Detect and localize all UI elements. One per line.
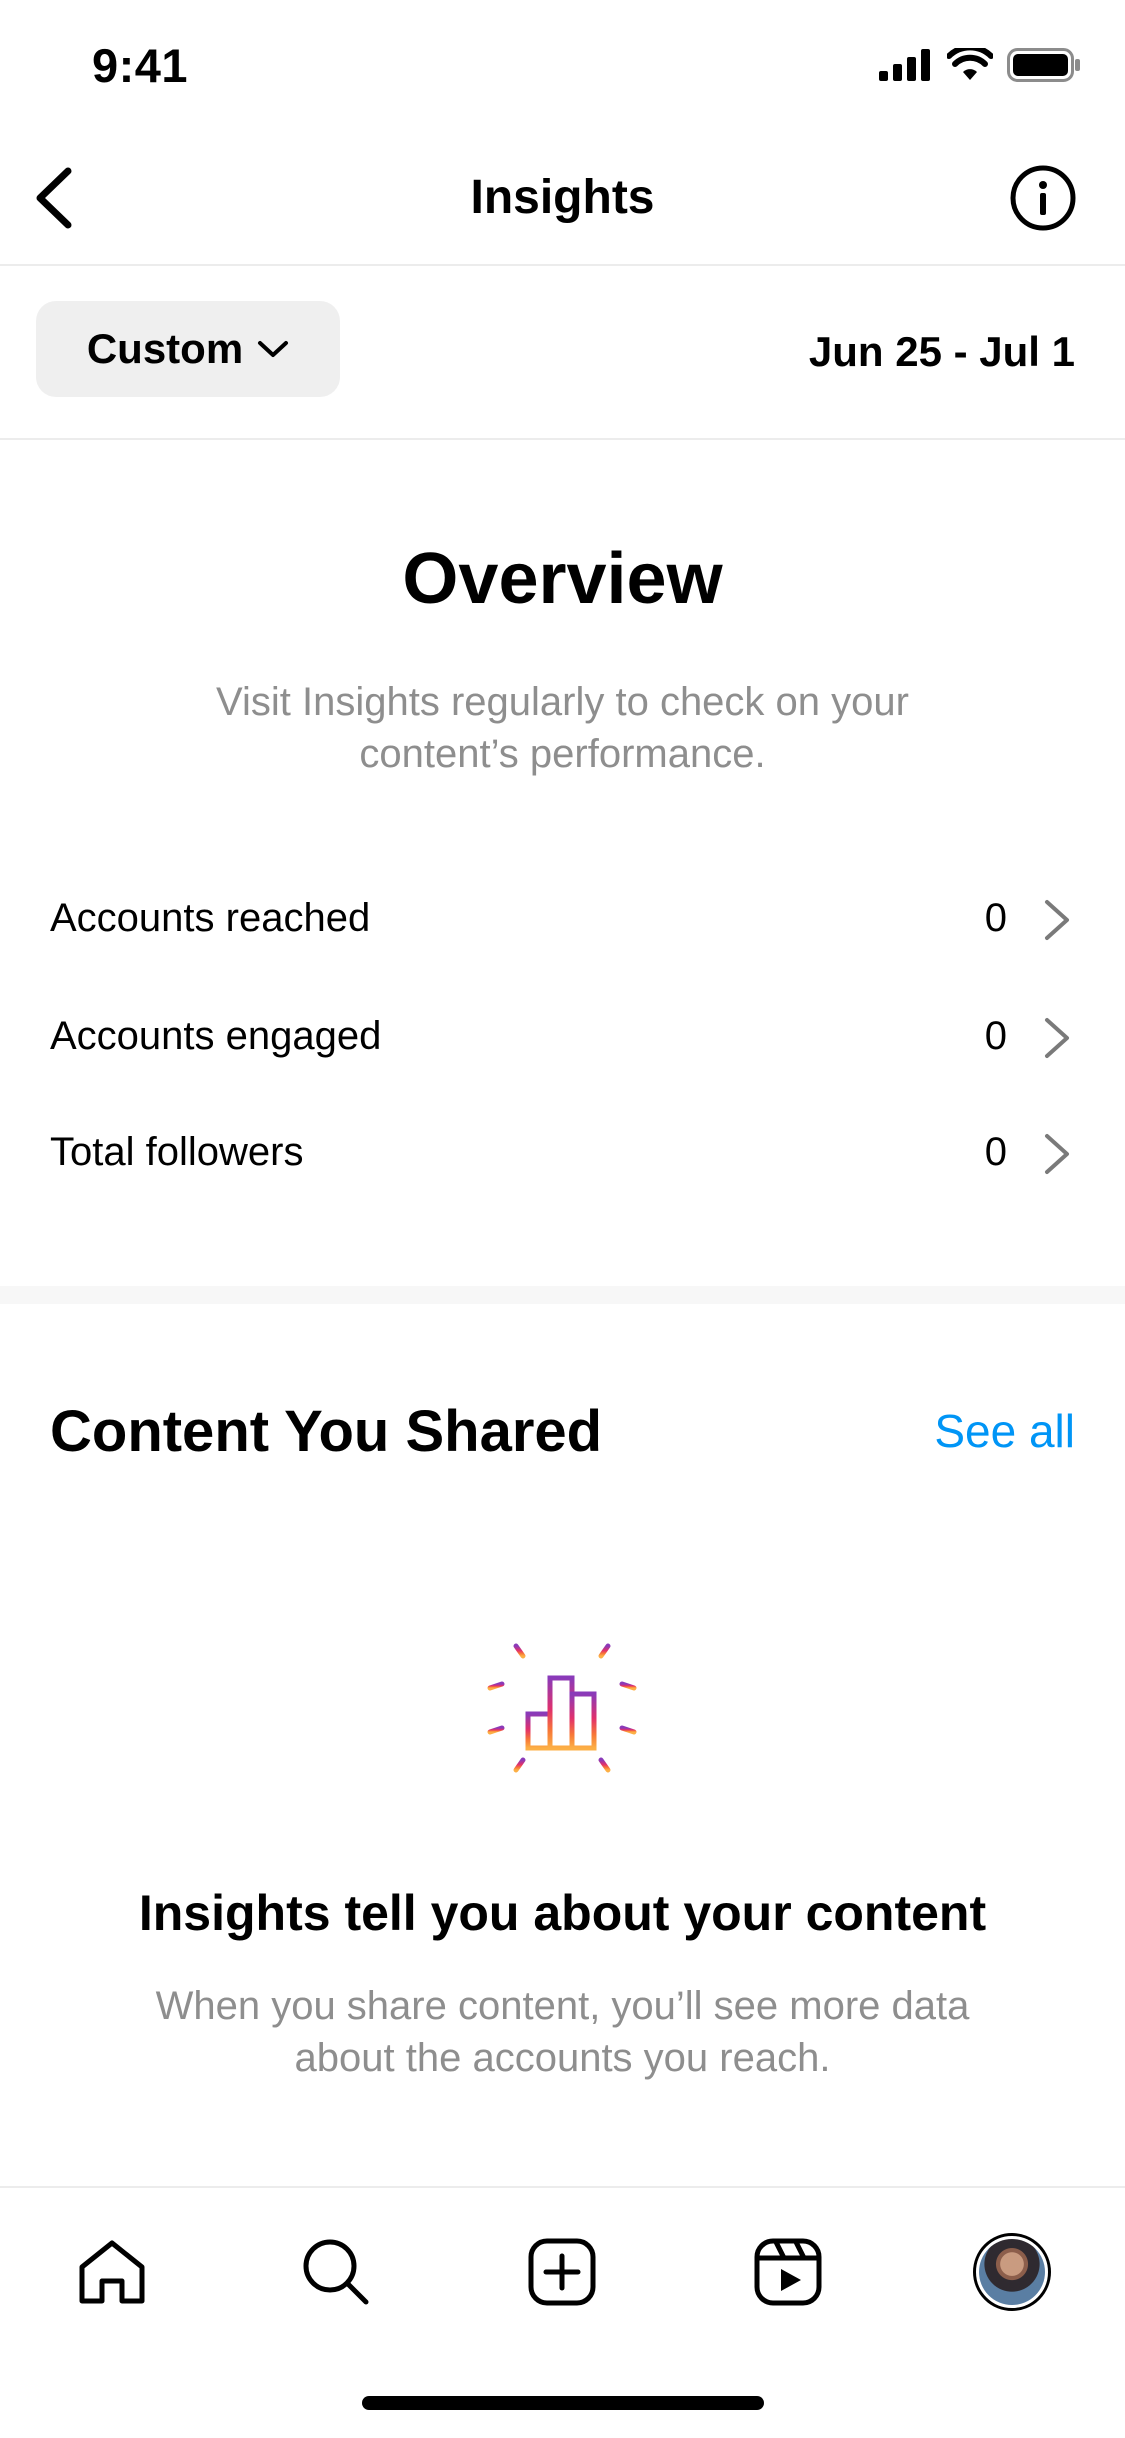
wifi-icon [947, 48, 993, 80]
date-range: Jun 25 - Jul 1 [808, 328, 1075, 375]
nav-bar: Insights [0, 132, 1125, 266]
metric-label: Total followers [50, 1130, 304, 1174]
chevron-right-icon [1045, 900, 1069, 940]
metric-value: 0 [984, 1130, 1007, 1174]
overview-subtitle: Visit Insights regularly to check on you… [216, 680, 909, 776]
home-icon [79, 2240, 145, 2304]
tab-search[interactable] [288, 2224, 384, 2320]
overview-title: Overview [402, 539, 723, 619]
home-indicator[interactable] [362, 2396, 764, 2410]
page-title: Insights [470, 171, 655, 224]
tab-reels[interactable] [740, 2224, 836, 2320]
period-label: Custom [86, 325, 244, 372]
bar-chart-sparkle-icon [487, 1627, 637, 1791]
status-icons [879, 48, 1081, 82]
metric-row-accounts-engaged[interactable]: Accounts engaged 0 [0, 984, 1125, 1094]
battery-icon [1007, 48, 1080, 82]
cellular-signal-icon [879, 49, 930, 81]
info-icon [1010, 165, 1076, 231]
tab-home[interactable] [64, 2224, 160, 2320]
empty-state-subtitle: When you share content, you’ll see more … [155, 1984, 970, 2080]
chevron-down-icon [258, 341, 289, 357]
metric-row-accounts-reached[interactable]: Accounts reached 0 [0, 866, 1125, 976]
chevron-right-icon [1045, 1134, 1069, 1174]
chevron-right-icon [1045, 1018, 1069, 1058]
status-time: 9:41 [92, 39, 189, 92]
metric-label: Accounts engaged [50, 1014, 382, 1058]
reels-icon [754, 2238, 822, 2306]
metric-value: 0 [984, 1014, 1007, 1058]
avatar-photo [979, 2239, 1045, 2305]
info-button[interactable] [1007, 162, 1079, 234]
section-divider [0, 1286, 1125, 1304]
metric-value: 0 [984, 896, 1007, 940]
period-selector-button[interactable]: Custom [36, 301, 340, 397]
date-filter-row: Custom Jun 25 - Jul 1 [0, 266, 1125, 440]
status-bar: 9:41 [0, 0, 1125, 132]
metric-label: Accounts reached [50, 896, 371, 940]
metric-row-total-followers[interactable]: Total followers 0 [0, 1100, 1125, 1210]
create-icon [528, 2238, 596, 2306]
avatar [973, 2233, 1051, 2311]
empty-state-title: Insights tell you about your content [138, 1885, 987, 1941]
content-section-title: Content You Shared [50, 1399, 603, 1464]
tab-profile[interactable] [964, 2224, 1060, 2320]
search-icon [303, 2239, 369, 2305]
tab-create[interactable] [514, 2224, 610, 2320]
see-all-link[interactable]: See all [934, 1404, 1075, 1458]
